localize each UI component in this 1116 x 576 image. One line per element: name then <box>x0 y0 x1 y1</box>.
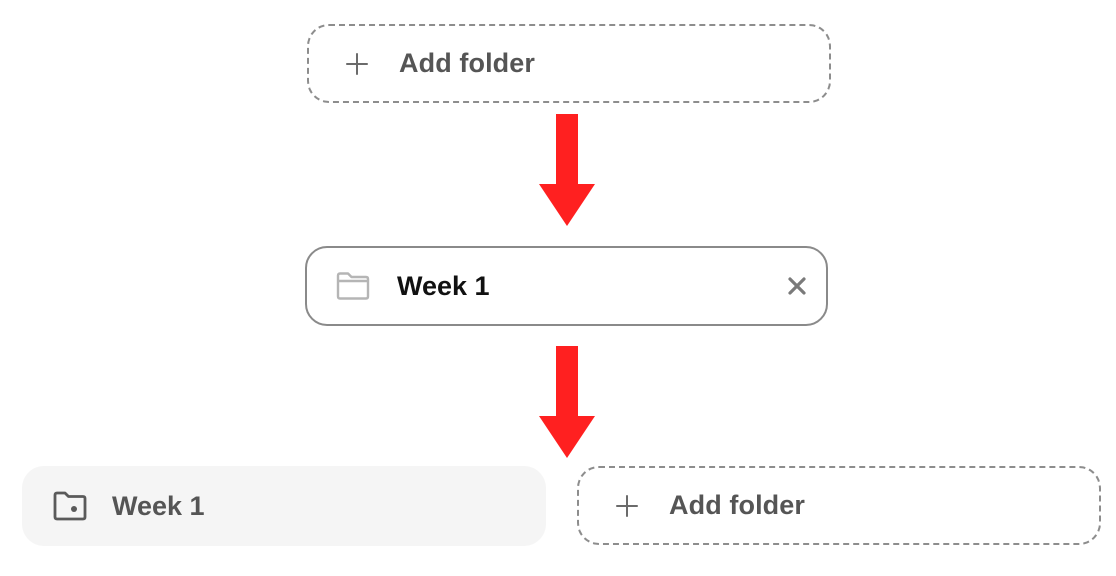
folder-item-week-1[interactable]: Week 1 <box>22 466 546 546</box>
folder-outline-icon <box>336 272 370 300</box>
plus-icon <box>613 492 641 520</box>
add-folder-button[interactable]: Add folder <box>577 466 1101 545</box>
add-folder-label: Add folder <box>399 48 535 78</box>
down-arrow-icon <box>539 346 595 458</box>
folder-name-editor <box>305 246 828 326</box>
flow-diagram: Add folder Week 1 Add folder <box>0 0 1116 576</box>
folder-dot-icon <box>53 491 87 521</box>
close-icon[interactable] <box>786 275 808 297</box>
plus-icon <box>343 50 371 78</box>
down-arrow-icon <box>539 114 595 226</box>
folder-name-input[interactable] <box>397 270 757 302</box>
add-folder-label: Add folder <box>669 490 805 520</box>
folder-name-label: Week 1 <box>112 490 205 521</box>
add-folder-button[interactable]: Add folder <box>307 24 831 103</box>
